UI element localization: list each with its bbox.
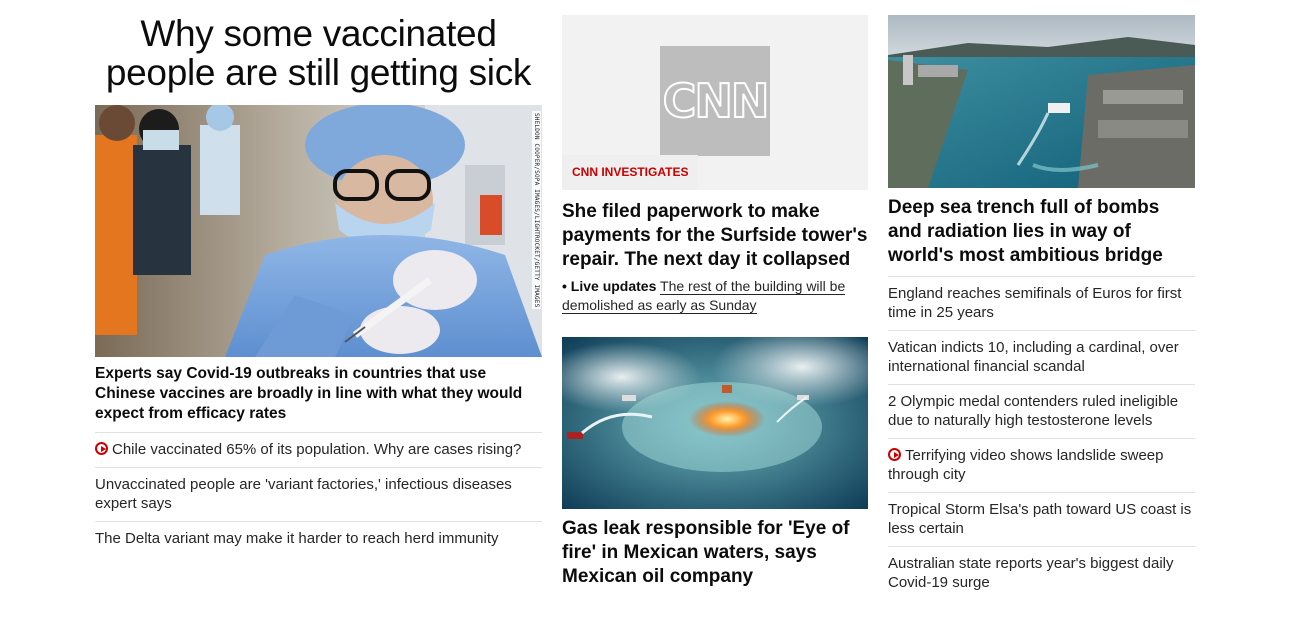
list-item[interactable]: Tropical Storm Elsa's path toward US coa… — [888, 492, 1195, 546]
list-item[interactable]: Australian state reports year's biggest … — [888, 546, 1195, 600]
live-updates-line[interactable]: • Live updates The rest of the building … — [562, 277, 868, 315]
list-item[interactable]: Unvaccinated people are 'variant factori… — [95, 467, 542, 521]
trench-headline[interactable]: Deep sea trench full of bombs and radiat… — [888, 196, 1195, 268]
surfside-headline[interactable]: She filed paperwork to make payments for… — [562, 200, 868, 272]
image-credit: SHELDON COOPER/SOPA IMAGES/LIGHTROCKET/G… — [532, 111, 541, 310]
list-item-text: 2 Olympic medal contenders ruled ineligi… — [888, 393, 1179, 429]
bridge-trench-photo[interactable] — [888, 15, 1195, 188]
column-right: Deep sea trench full of bombs and radiat… — [888, 0, 1195, 600]
list-item[interactable]: Terrifying video shows landslide sweep t… — [888, 438, 1195, 492]
eye-of-fire-image-illustration — [562, 337, 868, 509]
bridge-image-illustration — [888, 15, 1195, 188]
list-item-text: Unvaccinated people are 'variant factori… — [95, 476, 512, 512]
eye-of-fire-photo[interactable] — [562, 337, 868, 509]
cnn-logo: CNN — [660, 46, 770, 156]
list-item[interactable]: England reaches semifinals of Euros for … — [888, 276, 1195, 330]
column-middle: CNN CNN INVESTIGATES She filed paperwork… — [562, 0, 868, 589]
latest-news-list: England reaches semifinals of Euros for … — [888, 276, 1195, 600]
list-item-text: Australian state reports year's biggest … — [888, 555, 1174, 591]
list-item-text: Vatican indicts 10, including a cardinal… — [888, 339, 1179, 375]
list-item[interactable]: 2 Olympic medal contenders ruled ineligi… — [888, 384, 1195, 438]
list-item-text: England reaches semifinals of Euros for … — [888, 285, 1182, 321]
cnn-investigates-thumbnail[interactable]: CNN CNN INVESTIGATES — [562, 15, 868, 190]
list-item-text: The Delta variant may make it harder to … — [95, 530, 499, 547]
list-item[interactable]: The Delta variant may make it harder to … — [95, 521, 542, 556]
eye-of-fire-headline[interactable]: Gas leak responsible for 'Eye of fire' i… — [562, 517, 868, 589]
main-headline[interactable]: Why some vaccinated people are still get… — [95, 14, 542, 92]
list-item-text: Chile vaccinated 65% of its population. … — [112, 441, 522, 458]
list-item-text: Tropical Storm Elsa's path toward US coa… — [888, 501, 1192, 537]
live-updates-label: • Live updates — [562, 278, 657, 294]
vaccine-photo[interactable]: SHELDON COOPER/SOPA IMAGES/LIGHTROCKET/G… — [95, 105, 542, 357]
vaccine-image-illustration — [95, 105, 542, 357]
lead-headline-left[interactable]: Experts say Covid-19 outbreaks in countr… — [95, 364, 542, 424]
list-item[interactable]: Chile vaccinated 65% of its population. … — [95, 432, 542, 467]
play-icon — [95, 442, 108, 455]
list-item[interactable]: Vatican indicts 10, including a cardinal… — [888, 330, 1195, 384]
related-links-left: Chile vaccinated 65% of its population. … — [95, 432, 542, 556]
play-icon — [888, 448, 901, 461]
cnn-logo-text: CNN — [662, 73, 771, 129]
column-left: Why some vaccinated people are still get… — [95, 0, 542, 556]
list-item-text: Terrifying video shows landslide sweep t… — [888, 447, 1164, 483]
cnn-investigates-badge: CNN INVESTIGATES — [562, 155, 699, 190]
